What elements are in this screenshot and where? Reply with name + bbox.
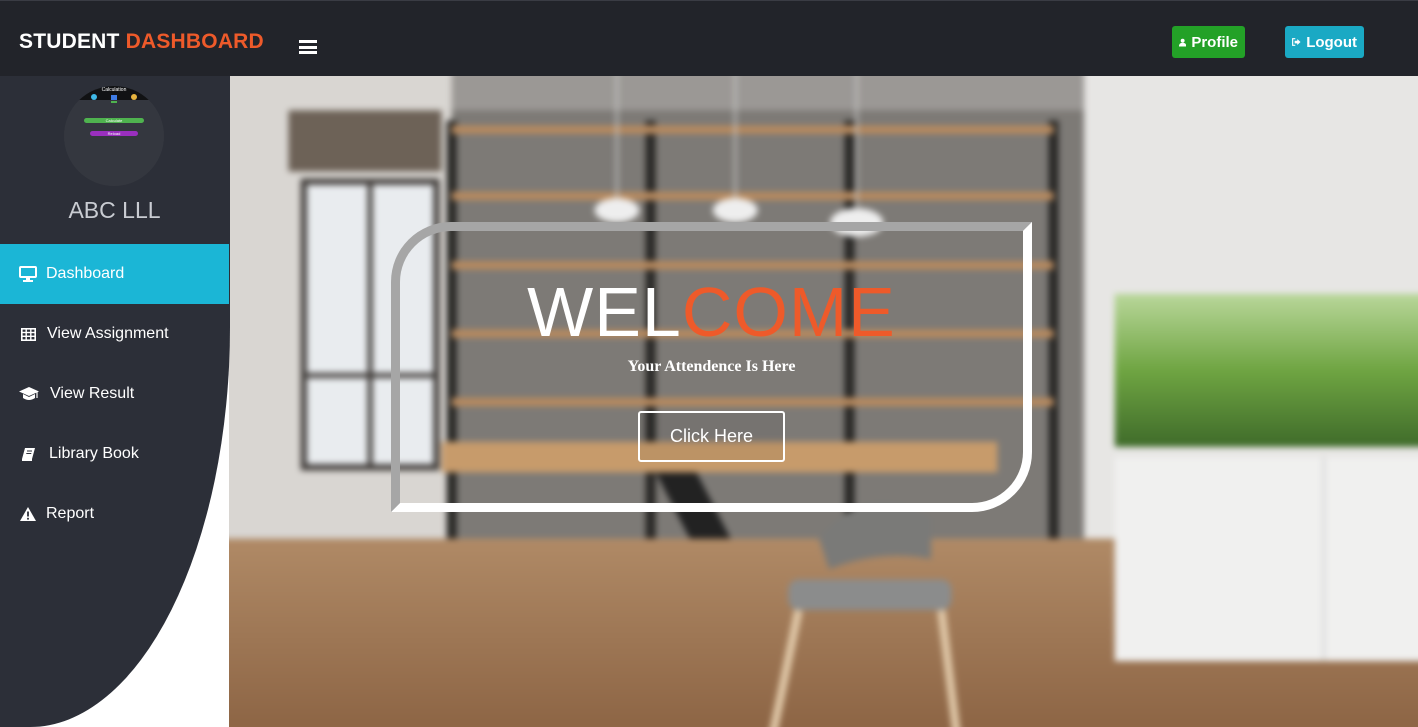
warning-icon	[19, 506, 37, 522]
user-icon	[1179, 38, 1187, 46]
avatar-image: Calculation Calculate Reload	[64, 86, 164, 186]
menu-toggle-icon[interactable]	[299, 40, 317, 54]
brand-title[interactable]: STUDENT DASHBOARD	[19, 30, 264, 54]
sidebar-item-label: Library Book	[49, 445, 139, 462]
logout-button-label: Logout	[1306, 33, 1357, 51]
brand-title-part2: DASHBOARD	[125, 30, 264, 53]
top-navbar: STUDENT DASHBOARD Profile Logout	[0, 0, 1418, 76]
desktop-icon	[19, 266, 37, 282]
profile-button-label: Profile	[1191, 33, 1238, 51]
welcome-heading-part1: WEL	[527, 273, 682, 351]
sidebar-item-dashboard[interactable]: Dashboard	[0, 244, 229, 304]
welcome-subtitle: Your Attendence Is Here	[627, 358, 796, 375]
brand-title-part1: STUDENT	[19, 30, 126, 53]
sidebar-item-label: Dashboard	[46, 265, 125, 282]
book-icon	[19, 446, 37, 462]
sign-out-icon	[1292, 38, 1301, 46]
avatar-text-title: Calculation	[102, 87, 127, 93]
sidebar-item-library-book[interactable]: Library Book	[0, 424, 229, 484]
sidebar-item-label: View Assignment	[47, 325, 169, 342]
user-name: ABC LLL	[68, 197, 161, 223]
sidebar-item-report[interactable]: Report	[0, 484, 229, 544]
sidebar-item-label: View Result	[50, 385, 135, 402]
sidebar: Calculation Calculate Reload ABC LLL Das…	[0, 76, 230, 727]
sidebar-item-view-assignment[interactable]: View Assignment	[0, 304, 229, 364]
sidebar-item-view-result[interactable]: View Result	[0, 364, 229, 424]
sidebar-item-label: Report	[46, 505, 95, 522]
table-icon	[19, 326, 37, 342]
graduation-cap-icon	[19, 386, 39, 402]
click-here-button[interactable]: Click Here	[638, 411, 785, 462]
logout-button[interactable]: Logout	[1285, 26, 1364, 58]
avatar-text-calculate: Calculate	[106, 118, 123, 123]
welcome-heading-part2: COME	[681, 273, 896, 351]
sidebar-menu: Dashboard View Assignment View Result Li…	[0, 244, 229, 544]
welcome-heading: WELCOME	[391, 272, 1032, 352]
avatar-text-reload: Reload	[108, 131, 121, 136]
profile-button[interactable]: Profile	[1172, 26, 1245, 58]
avatar: Calculation Calculate Reload	[64, 86, 164, 186]
